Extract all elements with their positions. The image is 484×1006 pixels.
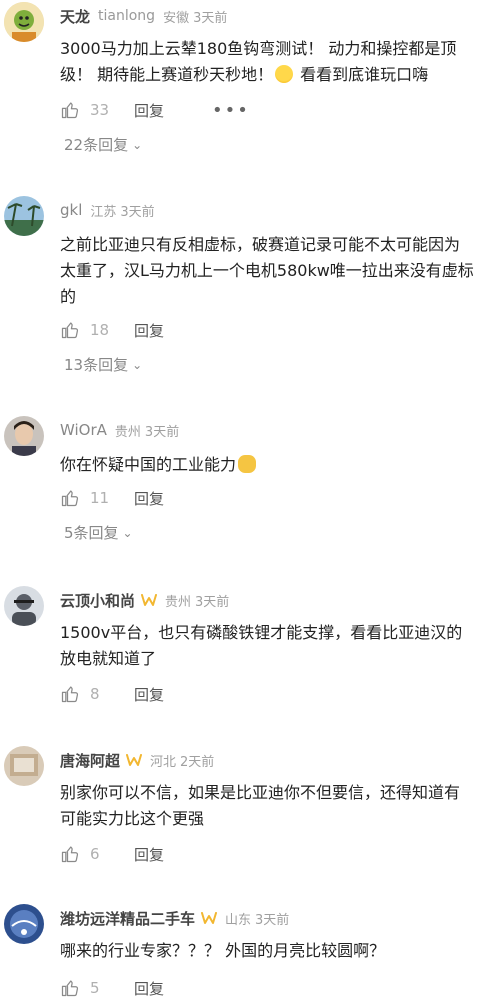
thumbs-up-icon [60,844,80,864]
comment-text: 别家你可以不信，如果是比亚迪你不但要信，还得知道有可能实力比这个更强 [60,783,461,828]
comment-actions: 11 回复 [60,486,164,510]
timestamp: 3天前 [193,10,228,26]
reply-button[interactable]: 回复 [134,844,164,865]
thumbs-up-icon [60,488,80,508]
replies-count: 13条回复 [64,356,129,374]
verified-badge-icon [126,753,142,767]
timestamp: 3天前 [120,204,155,220]
like-button[interactable]: 33 [60,100,116,120]
comment-header: 潍坊远洋精品二手车 山东 3天前 [60,906,289,930]
username[interactable]: 天龙 [60,6,90,27]
location: 贵州 [165,594,192,610]
username-alias: tianlong [98,8,156,24]
reply-button[interactable]: 回复 [134,100,164,121]
like-button[interactable]: 6 [60,844,116,864]
comment-text-part: 你在怀疑中国的工业能力 [60,455,237,474]
comment-text: 之前比亚迪只有反相虚标，破赛道记录可能不太可能因为太重了，汉L马力机上一个电机5… [60,235,474,306]
thumbs-up-icon [60,320,80,340]
avatar[interactable] [4,586,44,626]
comment-header: 云顶小和尚 贵州 3天前 [60,588,229,612]
location: 山东 [225,912,252,928]
comment-actions: 5 回复 [60,976,164,1000]
comment-text: 哪来的行业专家？？？ 外国的月亮比较圆啊？ [60,941,386,960]
chevron-down-icon: ⌄ [132,137,143,152]
like-count: 6 [90,845,100,863]
timestamp: 2天前 [180,754,215,770]
location: 贵州 [114,424,141,440]
like-count: 11 [90,489,110,507]
comment-text: 你在怀疑中国的工业能力 [60,452,475,478]
comment-text-part: 看看到底谁玩口嗨 [295,65,429,84]
comment-header: WiOrA 贵州 3天前 [60,418,179,442]
replies-count: 22条回复 [64,136,129,154]
reply-button[interactable]: 回复 [134,684,164,705]
replies-count: 5条回复 [64,524,119,542]
like-count: 8 [90,685,100,703]
avatar[interactable] [4,746,44,786]
more-options-icon[interactable]: ••• [212,100,250,121]
reply-button[interactable]: 回复 [134,978,164,999]
comment-text: 1500v平台，也只有磷酸铁锂才能支撑，看看比亚迪汉的放电就知道了 [60,623,463,668]
timestamp: 3天前 [195,594,230,610]
chevron-down-icon: ⌄ [132,357,143,372]
like-button[interactable]: 8 [60,684,116,704]
like-button[interactable]: 18 [60,320,116,340]
like-button[interactable]: 5 [60,978,116,998]
avatar[interactable] [4,904,44,944]
like-count: 33 [90,101,110,119]
timestamp: 3天前 [255,912,290,928]
username[interactable]: WiOrA [60,421,107,439]
comment-header: 天龙 tianlong 安徽 3天前 [60,4,227,28]
thumbs-up-icon [60,978,80,998]
comment-actions: 33 回复 ••• [60,98,250,122]
comment-actions: 8 回复 [60,682,164,706]
chevron-down-icon: ⌄ [122,525,133,540]
avatar[interactable] [4,2,44,42]
like-count: 5 [90,979,100,997]
username[interactable]: gkl [60,201,82,219]
comment-actions: 18 回复 [60,318,164,342]
avatar[interactable] [4,416,44,456]
comment-actions: 6 回复 [60,842,164,866]
avatar[interactable] [4,196,44,236]
location: 安徽 [163,10,190,26]
username[interactable]: 云顶小和尚 [60,590,135,611]
view-replies-link[interactable]: 13条回复 ⌄ [64,354,142,375]
reply-button[interactable]: 回复 [134,320,164,341]
comment-header: gkl 江苏 3天前 [60,198,155,222]
comment-header: 唐海阿超 河北 2天前 [60,748,214,772]
username[interactable]: 潍坊远洋精品二手车 [60,908,195,929]
username[interactable]: 唐海阿超 [60,750,120,771]
like-button[interactable]: 11 [60,488,116,508]
view-replies-link[interactable]: 5条回复 ⌄ [64,522,133,543]
timestamp: 3天前 [144,424,180,440]
verified-badge-icon [201,911,217,925]
laughing-emoji-icon [275,65,294,83]
cat-emoji-icon [238,455,257,473]
location: 河北 [150,754,177,770]
location: 江苏 [90,204,117,220]
thumbs-up-icon [60,100,80,120]
reply-button[interactable]: 回复 [134,488,164,509]
comment-text: 3000马力加上云辇180鱼钩弯测试！ 动力和操控都是顶级！ 期待能上赛道秒天秒… [60,36,475,88]
view-replies-link[interactable]: 22条回复 ⌄ [64,134,142,155]
like-count: 18 [90,321,110,339]
thumbs-up-icon [60,684,80,704]
verified-badge-icon [141,593,157,607]
